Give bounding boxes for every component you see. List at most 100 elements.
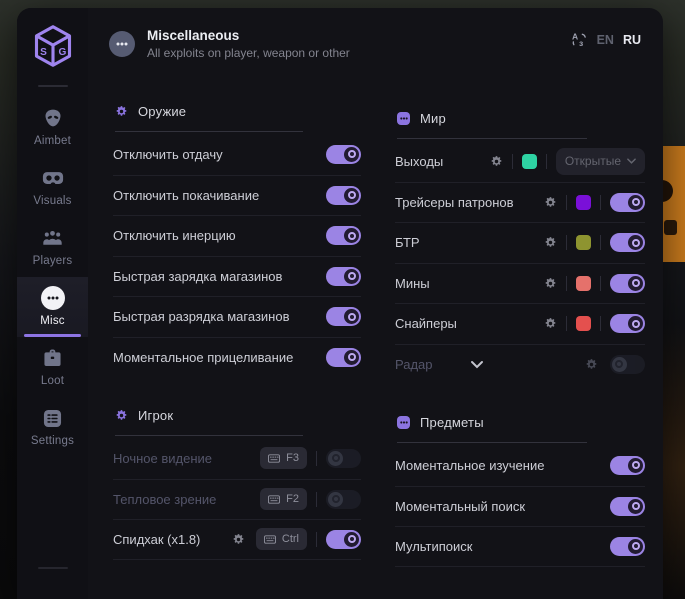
section-divider bbox=[115, 435, 303, 436]
setting-row: Быстрая зарядка магазинов bbox=[113, 256, 361, 297]
keyboard-icon bbox=[264, 535, 276, 544]
gear-icon bbox=[115, 105, 128, 118]
section-weapon: Оружие Отключить отдачу Отключить покачи… bbox=[113, 104, 361, 377]
exits-dropdown[interactable]: Открытые bbox=[556, 148, 645, 175]
setting-row: Ночное видение F3 bbox=[113, 438, 361, 479]
sidebar-item-aimbet[interactable]: Aimbet bbox=[17, 97, 88, 157]
keyboard-icon bbox=[268, 495, 280, 504]
setting-row: Быстрая разрядка магазинов bbox=[113, 296, 361, 337]
setting-row: Мультипоиск bbox=[395, 526, 645, 567]
sidebar-item-misc[interactable]: Misc bbox=[17, 277, 88, 337]
toggle[interactable] bbox=[326, 145, 361, 164]
sidebar-item-settings[interactable]: Settings bbox=[17, 397, 88, 457]
column-left: Оружие Отключить отдачу Отключить покачи… bbox=[113, 104, 361, 567]
toggle[interactable] bbox=[610, 537, 645, 556]
app-logo-icon: S G bbox=[31, 23, 75, 69]
ellipsis-circle-icon bbox=[109, 31, 135, 57]
setting-row: Отключить отдачу bbox=[113, 134, 361, 175]
sidebar-item-label: Settings bbox=[31, 435, 74, 447]
toggle[interactable] bbox=[326, 348, 361, 367]
main-panel: Miscellaneous All exploits on player, we… bbox=[88, 8, 663, 599]
section-divider bbox=[115, 131, 303, 132]
toggle[interactable] bbox=[326, 449, 361, 468]
section-items: Предметы Моментальное изучение Моменталь… bbox=[395, 415, 645, 567]
svg-text:S: S bbox=[40, 47, 47, 58]
keyboard-icon bbox=[268, 454, 280, 463]
toggle[interactable] bbox=[610, 456, 645, 475]
dots-square-icon bbox=[397, 416, 410, 429]
sidebar-item-label: Misc bbox=[40, 315, 64, 327]
setting-row: Моментальное изучение bbox=[395, 445, 645, 486]
keybind-badge[interactable]: Ctrl bbox=[256, 528, 307, 550]
sidebar-bottom-divider bbox=[38, 567, 68, 569]
settings-list-icon bbox=[43, 408, 62, 428]
vr-goggles-icon bbox=[42, 168, 64, 188]
sidebar-divider bbox=[38, 85, 68, 87]
svg-text:A: A bbox=[572, 32, 578, 42]
gear-icon[interactable] bbox=[544, 317, 557, 330]
gear-icon bbox=[115, 409, 128, 422]
toggle[interactable] bbox=[326, 267, 361, 286]
players-icon bbox=[42, 228, 63, 248]
color-swatch[interactable] bbox=[576, 316, 591, 331]
column-right: Мир Выходы bbox=[395, 104, 645, 567]
gear-icon[interactable] bbox=[232, 533, 245, 546]
setting-row: Мины bbox=[395, 263, 645, 304]
gear-icon[interactable] bbox=[544, 236, 557, 249]
sidebar-item-label: Players bbox=[33, 255, 73, 267]
toggle[interactable] bbox=[326, 490, 361, 509]
toggle[interactable] bbox=[610, 193, 645, 212]
lang-en-button[interactable]: EN bbox=[597, 33, 614, 47]
banner-mark bbox=[662, 180, 673, 202]
section-title: Предметы bbox=[420, 415, 484, 430]
setting-row: Отключить инерцию bbox=[113, 215, 361, 256]
background-orange-banner bbox=[662, 146, 685, 262]
translate-icon[interactable]: Aз bbox=[571, 31, 588, 48]
color-swatch[interactable] bbox=[522, 154, 537, 169]
sidebar-item-players[interactable]: Players bbox=[17, 217, 88, 277]
svg-text:G: G bbox=[58, 47, 66, 58]
gear-icon[interactable] bbox=[490, 155, 503, 168]
sidebar-item-label: Aimbet bbox=[34, 135, 71, 147]
page-subtitle: All exploits on player, weapon or other bbox=[147, 46, 350, 60]
setting-row: БТР bbox=[395, 222, 645, 263]
toggle[interactable] bbox=[326, 186, 361, 205]
sidebar-item-visuals[interactable]: Visuals bbox=[17, 157, 88, 217]
sidebar-item-loot[interactable]: Loot bbox=[17, 337, 88, 397]
section-divider bbox=[397, 138, 587, 139]
color-swatch[interactable] bbox=[576, 235, 591, 250]
content: Оружие Отключить отдачу Отключить покачи… bbox=[88, 60, 663, 567]
chevron-down-icon bbox=[627, 158, 636, 164]
keybind-badge[interactable]: F3 bbox=[260, 447, 307, 469]
toggle[interactable] bbox=[610, 314, 645, 333]
setting-row: Моментальное прицеливание bbox=[113, 337, 361, 378]
keybind-badge[interactable]: F2 bbox=[260, 488, 307, 510]
toggle[interactable] bbox=[610, 497, 645, 516]
gear-icon[interactable] bbox=[544, 277, 557, 290]
chevron-down-icon[interactable] bbox=[470, 360, 510, 369]
sidebar-item-label: Loot bbox=[41, 375, 64, 387]
dots-square-icon bbox=[397, 112, 410, 125]
alien-icon bbox=[43, 108, 63, 128]
setting-row: Отключить покачивание bbox=[113, 175, 361, 216]
banner-mark bbox=[664, 220, 677, 235]
toggle[interactable] bbox=[326, 226, 361, 245]
svg-text:з: з bbox=[579, 38, 583, 48]
setting-row: Тепловое зрение F2 bbox=[113, 479, 361, 520]
page-title: Miscellaneous bbox=[147, 28, 350, 43]
setting-row: Спидхак (x1.8) Ctrl bbox=[113, 519, 361, 560]
toggle[interactable] bbox=[610, 233, 645, 252]
cheat-menu-window: S G Aimbet Visuals Players bbox=[17, 8, 663, 599]
toggle[interactable] bbox=[326, 307, 361, 326]
toggle[interactable] bbox=[610, 355, 645, 374]
lang-ru-button[interactable]: RU bbox=[623, 33, 641, 47]
briefcase-icon bbox=[43, 348, 62, 368]
gear-icon[interactable] bbox=[544, 196, 557, 209]
color-swatch[interactable] bbox=[576, 276, 591, 291]
toggle[interactable] bbox=[610, 274, 645, 293]
toggle[interactable] bbox=[326, 530, 361, 549]
gear-icon[interactable] bbox=[585, 358, 598, 371]
color-swatch[interactable] bbox=[576, 195, 591, 210]
section-title: Мир bbox=[420, 111, 446, 126]
sidebar-nav: Aimbet Visuals Players bbox=[17, 97, 88, 457]
